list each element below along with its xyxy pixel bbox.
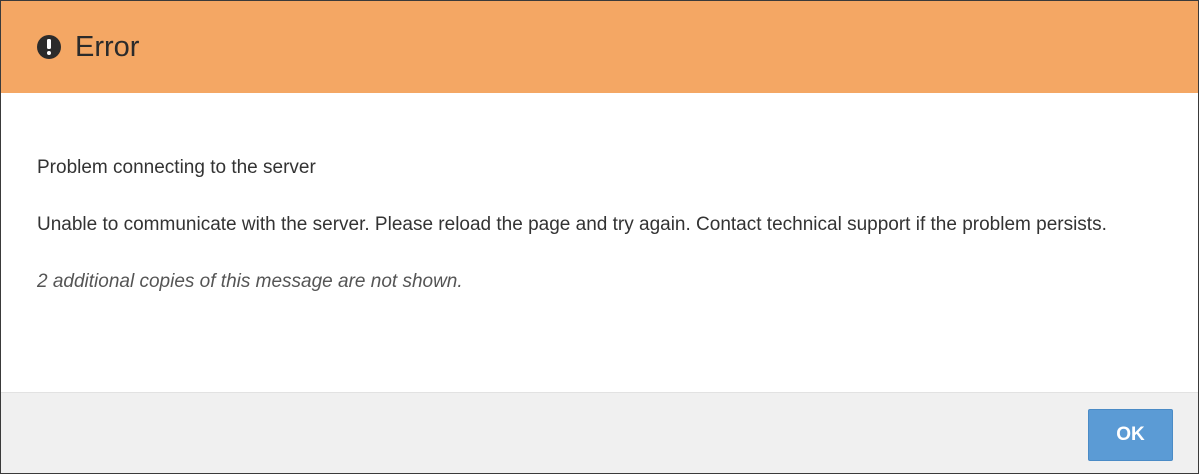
dialog-title: Error — [75, 30, 140, 63]
dialog-body: Problem connecting to the server Unable … — [1, 93, 1198, 393]
dialog-footer: OK — [1, 392, 1198, 473]
suppressed-copies-note: 2 additional copies of this message are … — [37, 271, 463, 292]
error-message: Unable to communicate with the server. P… — [37, 214, 1107, 235]
error-dialog: Error Problem connecting to the server U… — [0, 0, 1199, 474]
dialog-header: Error — [1, 1, 1198, 93]
ok-button[interactable]: OK — [1088, 409, 1173, 461]
exclamation-circle-icon — [37, 35, 61, 59]
error-heading: Problem connecting to the server — [37, 157, 316, 178]
